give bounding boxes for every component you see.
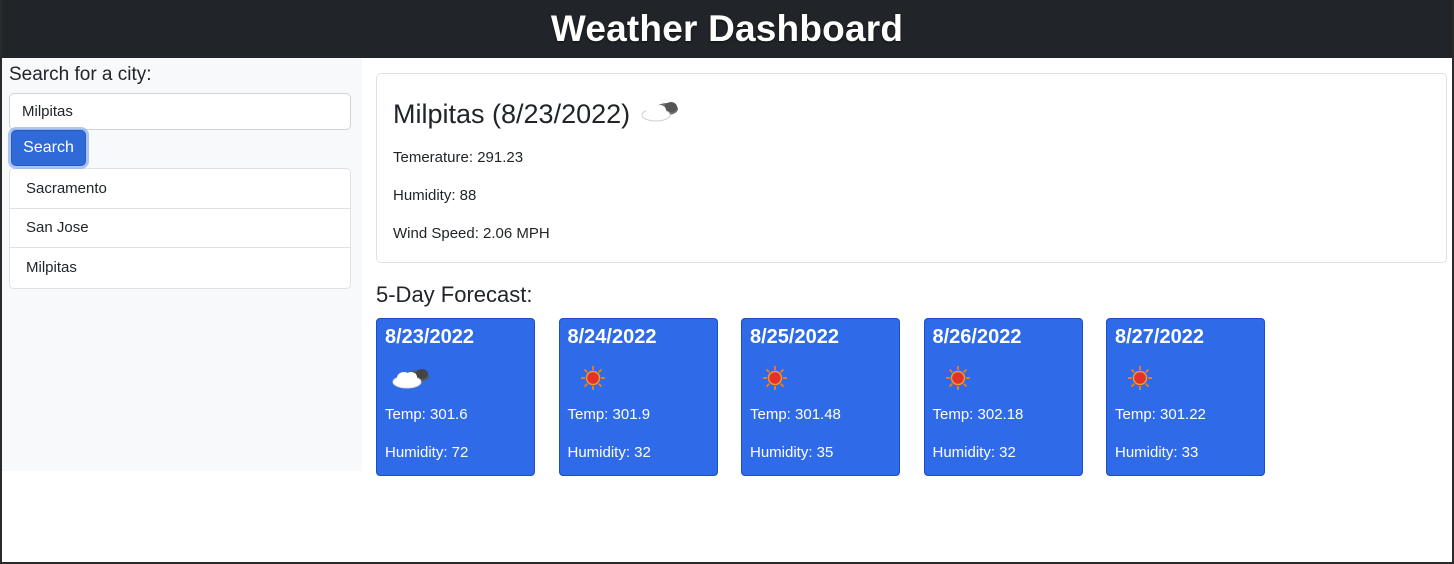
forecast-card: 8/25/2022 Temp: 301.48 Humidity: 35 (741, 318, 900, 476)
sun-icon (750, 357, 891, 399)
main-content: Milpitas (8/23/2022) Temerature: 291.23 … (376, 73, 1447, 476)
page-title: Weather Dashboard (550, 8, 904, 49)
forecast-temp: Temp: 302.18 (932, 406, 1024, 423)
app-window: Weather Dashboard Search for a city: Sea… (0, 0, 1454, 564)
city-search-input[interactable] (9, 93, 351, 130)
forecast-temp: Temp: 301.9 (567, 406, 651, 423)
forecast-date: 8/23/2022 (385, 326, 474, 348)
forecast-temp: Temp: 301.22 (1115, 406, 1206, 423)
forecast-humidity: Humidity: 33 (1115, 444, 1199, 461)
forecast-date: 8/24/2022 (567, 326, 657, 348)
cloud-icon (385, 357, 526, 399)
current-temperature: Temerature: 291.23 (393, 149, 524, 166)
forecast-card: 8/27/2022 Temp: 301.22 Humidity: 33 (1106, 318, 1265, 476)
current-wind-speed: Wind Speed: 2.06 MPH (393, 225, 550, 242)
cloud-icon (638, 96, 682, 133)
sun-icon (1115, 357, 1256, 399)
forecast-humidity: Humidity: 32 (932, 444, 1016, 461)
forecast-card: 8/24/2022 Temp: 301.9 Humidity: 32 (558, 318, 718, 476)
sidebar: Search for a city: Search Sacramento San… (2, 58, 362, 471)
current-weather-card: Milpitas (8/23/2022) Temerature: 291.23 … (376, 73, 1447, 263)
forecast-date: 8/27/2022 (1115, 326, 1204, 348)
forecast-humidity: Humidity: 32 (567, 444, 651, 461)
forecast-temp: Temp: 301.48 (750, 406, 841, 423)
history-item-sacramento[interactable]: Sacramento (10, 169, 350, 209)
forecast-humidity: Humidity: 72 (385, 444, 469, 461)
current-humidity: Humidity: 88 (393, 187, 477, 204)
current-weather-title-row: Milpitas (8/23/2022) (393, 96, 1430, 133)
forecast-humidity: Humidity: 35 (750, 444, 834, 461)
forecast-date: 8/26/2022 (932, 326, 1022, 348)
current-city-date: Milpitas (8/23/2022) (393, 99, 631, 129)
search-button[interactable]: Search (11, 130, 86, 166)
forecast-row: 8/23/2022 Temp: 301.6 Humidity: 72 8/24/… (376, 318, 1447, 476)
history-item-san-jose[interactable]: San Jose (10, 209, 350, 248)
search-history-list: Sacramento San Jose Milpitas (9, 168, 351, 289)
forecast-title: 5-Day Forecast: (376, 282, 533, 307)
forecast-date: 8/25/2022 (750, 326, 839, 348)
forecast-card: 8/26/2022 Temp: 302.18 Humidity: 32 (923, 318, 1083, 476)
forecast-temp: Temp: 301.6 (385, 406, 468, 423)
history-item-milpitas[interactable]: Milpitas (10, 248, 350, 288)
search-label: Search for a city: (9, 64, 152, 85)
page-header: Weather Dashboard (2, 0, 1452, 58)
forecast-card: 8/23/2022 Temp: 301.6 Humidity: 72 (376, 318, 535, 476)
sun-icon (568, 357, 709, 399)
sun-icon (933, 357, 1074, 399)
